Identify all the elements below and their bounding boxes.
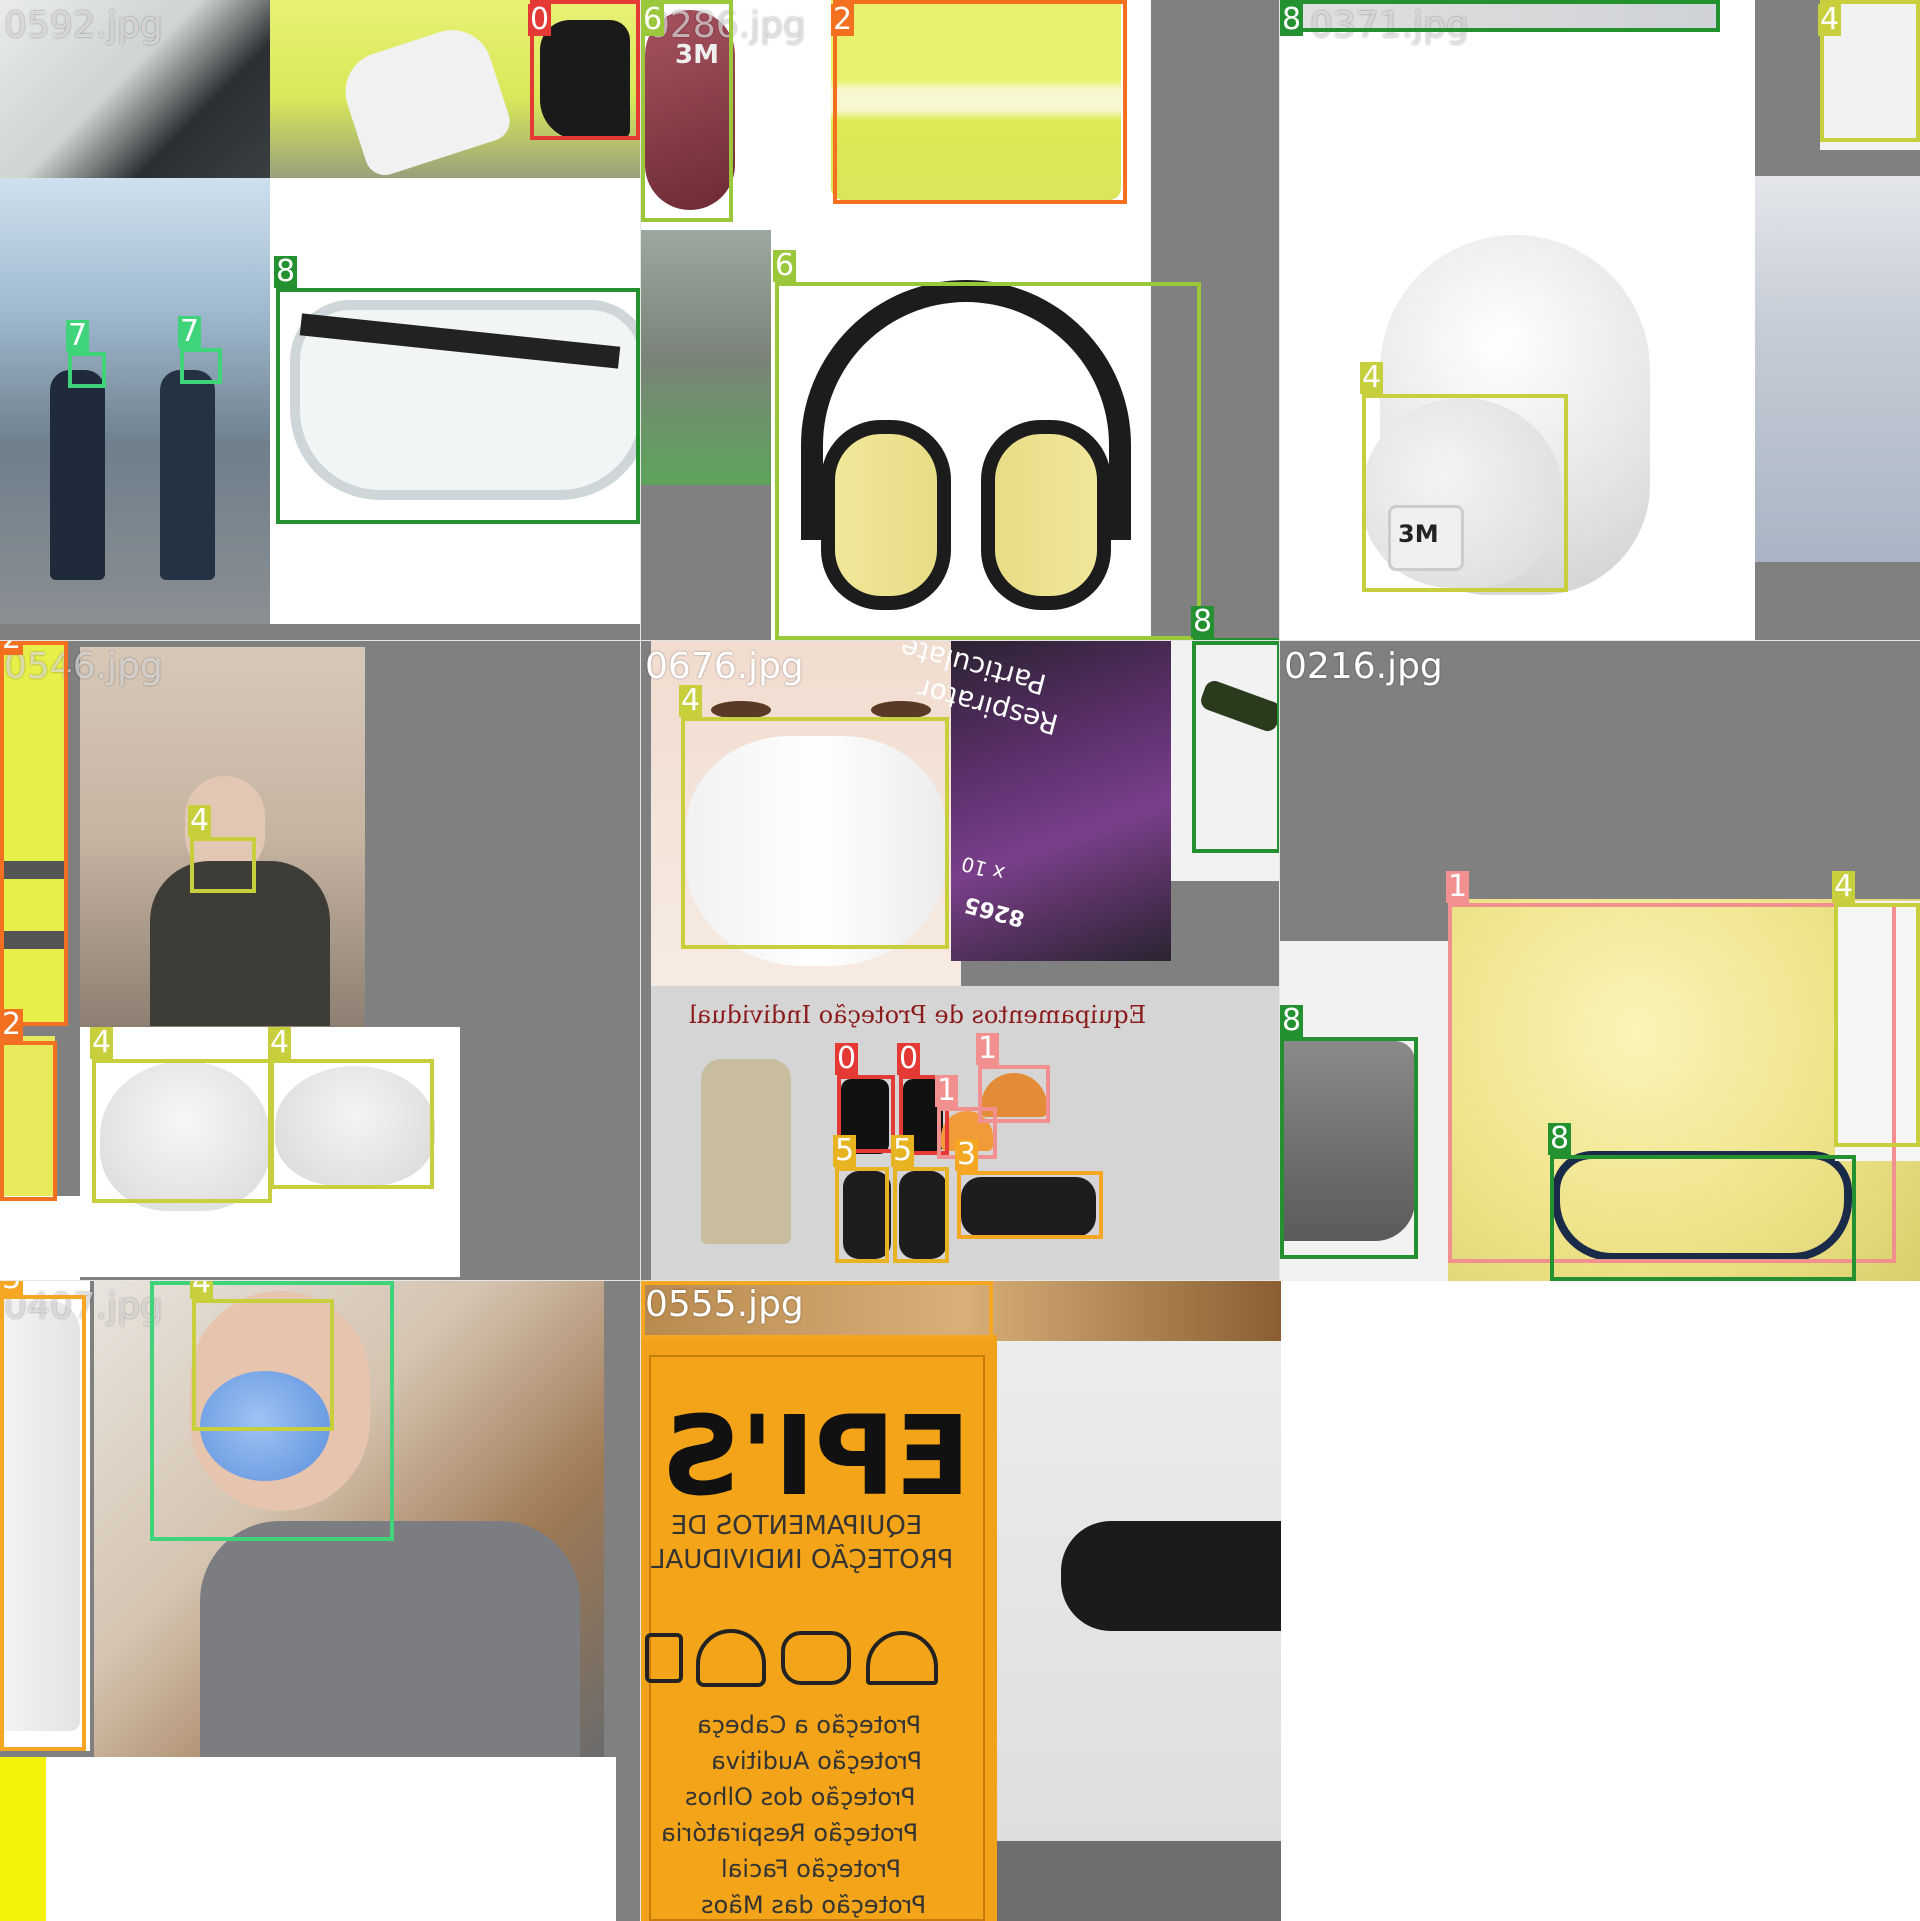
epis-list-item: Proteção Respiratória xyxy=(661,1819,919,1847)
bbox-class-3 xyxy=(641,1281,993,1339)
bbox-label-6: 6 xyxy=(773,248,797,283)
bbox-label-4: 4 xyxy=(188,803,212,838)
filename-label: 0216.jpg xyxy=(1284,646,1443,687)
bbox-label-1: 1 xyxy=(935,1073,959,1108)
bbox-label-8: 8 xyxy=(1280,2,1304,37)
bbox-class-8 xyxy=(276,288,640,524)
bbox-label-5: 5 xyxy=(891,1133,915,1168)
white-bottom xyxy=(46,1757,616,1921)
bbox-label-4: 4 xyxy=(268,1025,292,1060)
bbox-class-4 xyxy=(1362,394,1568,592)
grey-bottom xyxy=(997,1841,1281,1921)
bbox-label-4: 4 xyxy=(1818,2,1842,37)
bbox-label-3: 3 xyxy=(955,1137,979,1172)
bbox-class-8 xyxy=(1280,1037,1418,1259)
bbox-label-3: 3 xyxy=(0,1281,24,1295)
bbox-class-8 xyxy=(1550,1155,1856,1281)
tile-0407: 0407.jpg 3 7 4 xyxy=(0,1281,640,1921)
bbox-label-2: 2 xyxy=(831,2,855,37)
bbox-class-8 xyxy=(1192,641,1281,853)
bbox-label-2: 2 xyxy=(0,641,24,655)
bbox-label-4: 4 xyxy=(90,1025,114,1060)
tile-0371: 0371.jpg 3M 8 4 4 xyxy=(1280,0,1920,640)
filename-label: 0676.jpg xyxy=(645,646,804,687)
bbox-label-8: 8 xyxy=(1548,1121,1572,1156)
bbox-label-8: 8 xyxy=(1280,1003,1304,1038)
bbox-class-6 xyxy=(775,282,1201,640)
grey-bottom xyxy=(1755,562,1920,640)
tile-0676: Particulate Respirator x 10 8265 Equipam… xyxy=(641,641,1281,1281)
officer-left xyxy=(50,370,105,580)
bbox-class-2 xyxy=(0,641,68,1026)
ppe-poster-title: Equipamentos de Proteção Individual xyxy=(689,1001,1147,1029)
tile-0546: 0546.jpg 2 4 2 4 4 xyxy=(0,641,640,1281)
bbox-label-2: 2 xyxy=(0,1007,24,1042)
bbox-class-4 xyxy=(92,1059,272,1203)
epis-title: EPI'S xyxy=(661,1392,971,1520)
epis-sub1: EQUIPAMENTOS DE xyxy=(671,1511,923,1541)
bbox-class-4 xyxy=(270,1059,434,1189)
bbox-class-4 xyxy=(681,717,949,949)
bbox-label-5: 5 xyxy=(833,1133,857,1168)
bbox-label-8: 8 xyxy=(1191,604,1215,639)
bbox-label-4: 4 xyxy=(1832,869,1856,904)
bbox-label-0: 0 xyxy=(528,2,552,37)
epis-list-item: Proteção Facial xyxy=(721,1855,902,1883)
bbox-class-5 xyxy=(835,1167,889,1263)
tile-0592: 0592.jpg 0 8 7 7 xyxy=(0,0,640,640)
bbox-class-8 xyxy=(1280,0,1720,32)
filename-label: 0592.jpg xyxy=(4,5,163,46)
tile-0216: 0216.jpg 8 1 4 8 xyxy=(1280,641,1920,1281)
bbox-label-7: 7 xyxy=(178,314,202,349)
officer-right xyxy=(160,370,215,580)
police-street-image xyxy=(0,178,270,624)
bbox-class-2 xyxy=(0,1041,57,1201)
bbox-label-7: 7 xyxy=(66,318,90,353)
dark-photo xyxy=(641,230,771,485)
bbox-label-4: 4 xyxy=(190,1281,214,1299)
grey-shirt xyxy=(200,1521,580,1757)
grid-divider-h2 xyxy=(0,1280,1280,1281)
grid-divider-h1 xyxy=(0,640,1920,641)
bbox-class-7 xyxy=(180,348,222,384)
uniform-shape xyxy=(701,1059,791,1244)
bbox-label-8: 8 xyxy=(274,254,298,289)
bbox-label-1: 1 xyxy=(976,1031,1000,1066)
bbox-label-0: 0 xyxy=(897,1041,921,1076)
epis-sub2: PROTEÇÃO INDIVIDUAL xyxy=(651,1545,954,1575)
boot-icon xyxy=(645,1633,683,1683)
bbox-label-1: 1 xyxy=(1446,869,1470,904)
goggle-strap-shape xyxy=(1061,1521,1281,1631)
tile-0555: EPI'S EQUIPAMENTOS DE PROTEÇÃO INDIVIDUA… xyxy=(641,1281,1281,1921)
bbox-label-6: 6 xyxy=(641,2,665,37)
epis-list-item: Proteção das Mãos xyxy=(701,1891,927,1919)
bbox-label-0: 0 xyxy=(835,1041,859,1076)
bbox-class-4 xyxy=(192,1299,334,1431)
bbox-class-3 xyxy=(0,1295,86,1751)
bbox-class-7 xyxy=(68,352,106,388)
bbox-label-4: 4 xyxy=(679,683,703,718)
bbox-class-2 xyxy=(833,0,1127,204)
bbox-class-4 xyxy=(190,837,256,893)
white-patch xyxy=(0,1196,80,1281)
clothes-image xyxy=(1755,176,1920,562)
mask-icon xyxy=(781,1631,851,1685)
bbox-class-5 xyxy=(893,1167,949,1263)
grid-divider-v1 xyxy=(640,0,641,1920)
bbox-class-3 xyxy=(957,1171,1103,1239)
bbox-class-4 xyxy=(1834,903,1920,1147)
bbox-label-4: 4 xyxy=(1360,360,1384,395)
epis-list-item: Proteção dos Olhos xyxy=(685,1783,916,1811)
epis-list-item: Proteção Auditiva xyxy=(711,1747,922,1775)
yellow-strip xyxy=(0,1757,46,1921)
tile-0286: 0286.jpg 3M 6 2 6 8 xyxy=(641,0,1281,640)
bottom-strip xyxy=(0,624,640,640)
epis-list-item: Proteção a Cabeça xyxy=(697,1711,922,1739)
